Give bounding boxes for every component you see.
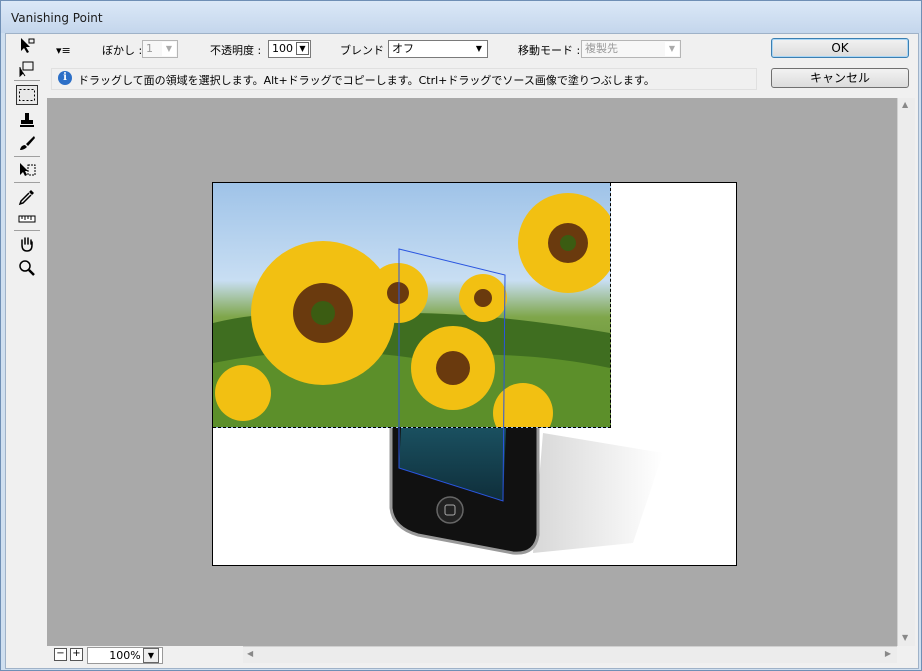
- marquee-tool-icon[interactable]: [16, 85, 38, 105]
- chevron-down-icon: ▼: [296, 42, 309, 55]
- zoom-value: 100%: [109, 649, 141, 662]
- info-text: ドラッグして面の領域を選択します。Alt+ドラッグでコピーします。Ctrl+ドラ…: [78, 74, 655, 87]
- ok-button[interactable]: OK: [771, 38, 909, 58]
- panel-menu-icon[interactable]: ▾≡: [56, 42, 71, 60]
- edit-plane-tool-icon[interactable]: [16, 36, 38, 56]
- opacity-label: 不透明度 :: [210, 44, 262, 57]
- blend-value: オフ: [392, 42, 414, 55]
- tool-separator: [14, 230, 40, 231]
- brush-tool-icon[interactable]: [16, 133, 38, 153]
- zoom-out-button[interactable]: −: [54, 648, 67, 661]
- horizontal-scrollbar[interactable]: ◀ ▶: [243, 646, 897, 663]
- blend-select[interactable]: オフ ▼: [388, 40, 488, 58]
- chevron-down-icon: ▼: [162, 42, 176, 56]
- feather-label: ぼかし :: [102, 44, 143, 57]
- chevron-down-icon: ▼: [472, 42, 486, 56]
- tool-separator: [14, 182, 40, 183]
- tool-separator: [14, 156, 40, 157]
- blend-label: ブレンド :: [340, 44, 392, 57]
- window-title: Vanishing Point: [11, 11, 103, 25]
- title-bar: Vanishing Point: [1, 1, 921, 33]
- move-mode-value: 複製先: [585, 42, 618, 55]
- vanishing-point-dialog: Vanishing Point ▾≡ ぼかし: 1 ▼ 不透明度: 100 …: [0, 0, 922, 671]
- stamp-tool-icon[interactable]: [16, 110, 38, 130]
- zoom-tool-icon[interactable]: [16, 258, 38, 278]
- chevron-down-icon[interactable]: ▼: [143, 648, 159, 663]
- eyedropper-tool-icon[interactable]: [16, 187, 38, 207]
- tool-separator: [14, 80, 40, 81]
- vertical-scrollbar[interactable]: ▲ ▼: [897, 98, 915, 646]
- preview-canvas[interactable]: [47, 98, 897, 646]
- document-image: [212, 182, 737, 566]
- feather-value: 1: [146, 42, 153, 55]
- scroll-up-icon[interactable]: ▲: [902, 100, 908, 109]
- scroll-left-icon[interactable]: ◀: [247, 649, 253, 658]
- perspective-plane-grid[interactable]: [213, 183, 736, 565]
- chevron-down-icon: ▼: [665, 42, 679, 56]
- measure-tool-icon[interactable]: [16, 209, 38, 229]
- hand-tool-icon[interactable]: [16, 234, 38, 254]
- dialog-client-area: ▾≡ ぼかし : 1 ▼ 不透明度 : 100 ▼ ブレンド : オフ ▼ 移動…: [5, 33, 919, 669]
- feather-input[interactable]: 1 ▼: [142, 40, 178, 58]
- zoom-in-button[interactable]: +: [70, 648, 83, 661]
- cancel-button[interactable]: キャンセル: [771, 68, 909, 88]
- info-icon: i: [58, 71, 72, 85]
- opacity-value: 100: [272, 42, 293, 55]
- zoom-controls: − + 100% ▼: [47, 646, 243, 664]
- tool-palette: [10, 34, 42, 284]
- transform-tool-icon[interactable]: [16, 160, 38, 180]
- opacity-input[interactable]: 100 ▼: [268, 40, 311, 58]
- move-mode-select[interactable]: 複製先 ▼: [581, 40, 681, 58]
- scroll-right-icon[interactable]: ▶: [885, 649, 891, 658]
- info-bar: i ドラッグして面の領域を選択します。Alt+ドラッグでコピーします。Ctrl+…: [51, 68, 757, 90]
- create-plane-tool-icon[interactable]: [16, 58, 38, 78]
- move-mode-label: 移動モード :: [518, 44, 581, 57]
- scroll-down-icon[interactable]: ▼: [902, 633, 908, 642]
